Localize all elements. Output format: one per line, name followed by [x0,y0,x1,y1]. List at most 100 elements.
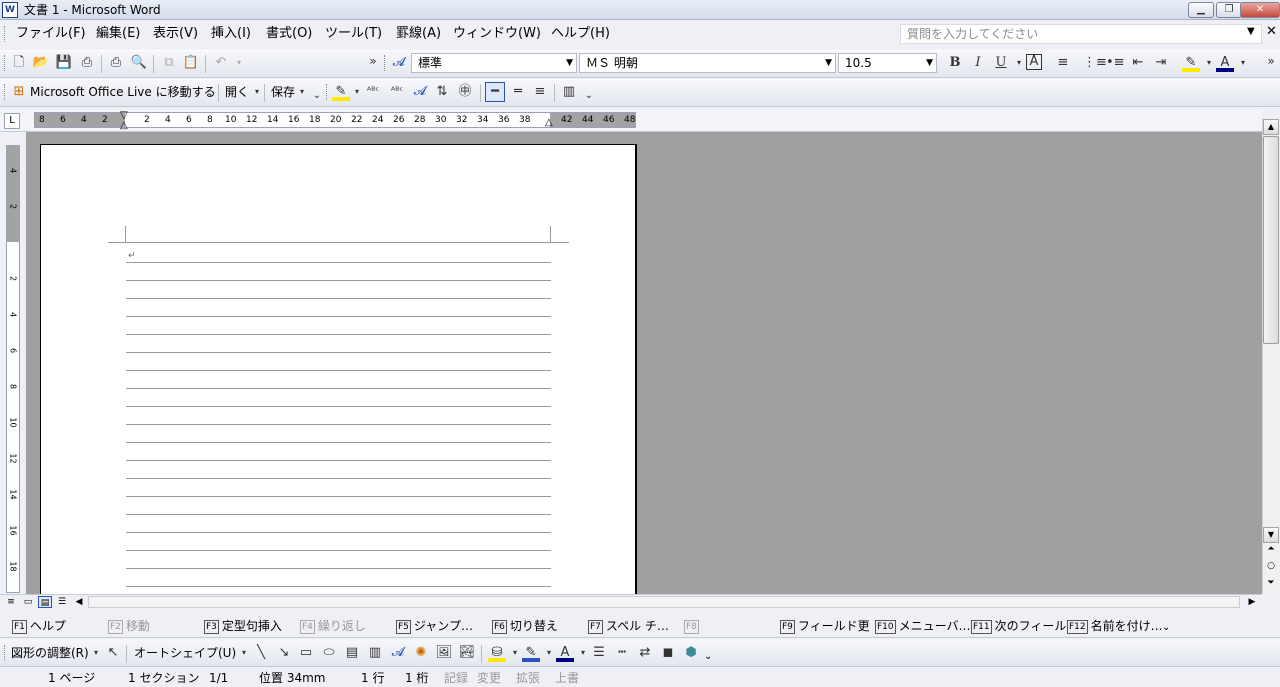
font-color-icon[interactable]: A [556,644,574,662]
toolbar-options-icon[interactable]: » [1262,52,1280,70]
character-border-icon[interactable]: A [1026,54,1042,70]
right-indent-marker[interactable]: △ [545,118,553,128]
arrow-icon[interactable]: ↘ [275,644,293,662]
clip-art-icon[interactable]: 🖼 [435,644,453,662]
adjust-shapes-button[interactable]: 図形の調整(R) [11,644,89,662]
bullets-icon[interactable]: •≡ [1106,54,1125,72]
fkey-f2[interactable]: F2 移動 [108,618,150,634]
toolbar-grip[interactable] [4,84,7,100]
enclosed-character-icon[interactable]: ㊥ [456,83,474,101]
font-color-icon[interactable]: A [1216,54,1234,72]
picture-icon[interactable]: 🏞 [458,644,476,662]
open-folder-icon[interactable]: 📂 [32,54,50,72]
chevron-down-icon[interactable]: ▾ [230,54,248,72]
double-line-icon[interactable]: ═ [509,83,527,101]
toolbar-options-icon[interactable]: ⌄ [704,651,712,662]
horizontal-scroll-track[interactable] [88,596,1240,608]
shadow-icon[interactable]: ◼ [659,644,677,662]
next-page-icon[interactable]: ⏷ [1263,578,1279,588]
copy-icon[interactable]: ⧉ [160,54,178,72]
outline-view-icon[interactable]: ☰ [55,596,69,608]
word-doc-icon[interactable]: W [2,2,18,18]
fkey-f8[interactable]: F8 [684,618,702,634]
line-style-icon[interactable]: ☰ [590,644,608,662]
single-line-icon[interactable]: ━ [485,82,505,102]
fkey-f9[interactable]: F9 フィールド更 [780,618,870,634]
chevron-down-icon[interactable]: ▾ [87,644,105,662]
restore-button[interactable]: ❐ [1216,2,1242,18]
menubar-grip[interactable] [4,26,7,42]
save-menu-button[interactable]: 保存 [271,83,295,101]
tab-selector-button[interactable]: L [4,113,20,129]
columns-icon[interactable]: ▥ [560,83,578,101]
menu-tools[interactable]: ツール(T) [325,26,382,42]
numbering-icon[interactable]: ⋮≡ [1083,54,1107,72]
styles-icon[interactable]: 𝓐 [390,54,408,72]
fkey-f7[interactable]: F7 スペル チ… [588,618,669,634]
scroll-right-icon[interactable]: ▶ [1245,596,1259,608]
style-combo[interactable]: 標準 ▼ [411,53,577,73]
print-layout-icon[interactable]: ▤ [38,596,52,608]
line-icon[interactable]: ╲ [252,644,270,662]
toolbar-options-icon[interactable]: ⌄ [1162,622,1170,633]
office-live-button[interactable]: Microsoft Office Live に移動する [30,83,216,101]
paste-icon[interactable]: 📋 [182,54,200,72]
rectangle-icon[interactable]: ▭ [297,644,315,662]
highlight-icon[interactable]: ✎ [1182,54,1200,72]
document-page[interactable] [40,144,637,604]
status-track-changes[interactable]: 変更 [477,671,501,685]
question-input[interactable]: 質問を入力してください [900,24,1262,44]
previous-page-icon[interactable]: ⏶ [1263,544,1279,554]
fill-color-icon[interactable]: ⛁ [488,644,506,662]
toolbar-grip[interactable] [384,55,387,71]
text-direction-icon[interactable]: ⇅ [433,83,451,101]
fkey-f11[interactable]: F11 次のフィール [971,618,1066,634]
triple-line-icon[interactable]: ≡ [531,83,549,101]
web-layout-icon[interactable]: ▭ [21,596,35,608]
chevron-down-icon[interactable]: ▼ [1247,26,1255,37]
menu-table[interactable]: 罫線(A) [396,26,441,42]
scroll-left-icon[interactable]: ◀ [72,596,86,608]
save-icon[interactable]: 💾 [55,54,73,72]
status-record[interactable]: 記録 [444,671,468,685]
wordart-icon[interactable]: 𝓐 [389,644,407,662]
fkey-f3[interactable]: F3 定型句挿入 [204,618,282,634]
chevron-down-icon[interactable]: ▾ [1234,54,1252,72]
document-close-icon[interactable]: ✕ [1266,24,1277,39]
fkey-f6[interactable]: F6 切り替え [492,618,558,634]
scroll-up-button[interactable]: ▲ [1263,119,1279,135]
status-overtype[interactable]: 上書 [555,671,579,685]
phonetic-guide-icon[interactable]: ᴬᴮᶜ [364,83,382,101]
line-color-icon[interactable]: ✎ [522,644,540,662]
scroll-down-button[interactable]: ▼ [1263,527,1279,543]
arrow-style-icon[interactable]: ⇄ [636,644,654,662]
spelling-icon[interactable]: 𝓐 [411,83,429,101]
align-center-icon[interactable]: ≡ [1054,54,1072,72]
toolbar-options-icon[interactable]: » [364,52,382,70]
3d-icon[interactable]: ⬢ [682,644,700,662]
fkey-f5[interactable]: F5 ジャンプ… [396,618,473,634]
chevron-down-icon[interactable]: ▼ [566,54,573,72]
scroll-thumb[interactable] [1263,136,1279,344]
toolbar-options-icon[interactable]: ⌄ [580,87,598,105]
fkey-f12[interactable]: F12 名前を付け… [1067,618,1163,634]
normal-view-icon[interactable]: ≡ [4,596,18,608]
enclose-characters-icon[interactable]: ᴬᴮᶜ [388,83,406,101]
vertical-text-box-icon[interactable]: ▥ [366,644,384,662]
diagram-icon[interactable]: ✺ [412,644,430,662]
chevron-down-icon[interactable]: ▾ [235,644,253,662]
toolbar-options-icon[interactable]: ⌄ [308,87,326,105]
minimize-button[interactable]: ▁ [1188,2,1214,18]
oval-icon[interactable]: ⬭ [320,644,338,662]
menu-format[interactable]: 書式(O) [266,26,312,42]
print-icon[interactable]: ⎙ [107,54,125,72]
chevron-down-icon[interactable]: ▼ [926,54,933,72]
left-indent-marker[interactable]: △ [120,121,128,131]
dash-style-icon[interactable]: ┅ [613,644,631,662]
toolbar-grip[interactable] [4,55,7,71]
menu-window[interactable]: ウィンドウ(W) [453,26,541,42]
select-pointer-icon[interactable]: ↖ [104,644,122,662]
fkey-f10[interactable]: F10 メニューバ… [875,618,971,634]
underline-button[interactable]: U [992,54,1010,72]
menu-file[interactable]: ファイル(F) [16,26,86,42]
